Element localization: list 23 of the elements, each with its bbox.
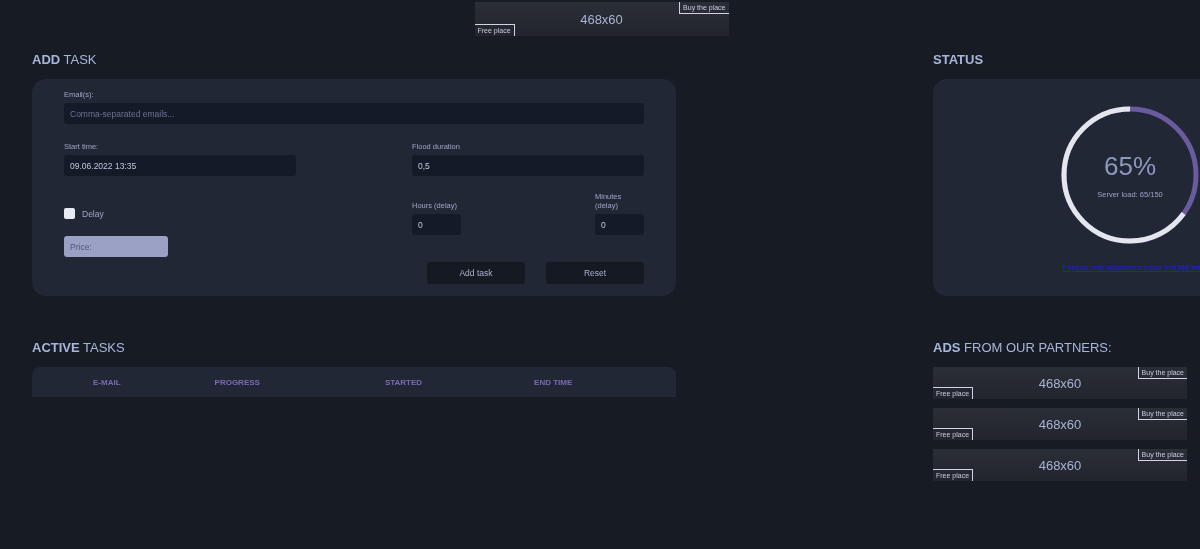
emails-field[interactable]: Comma-separated emails... [64, 103, 644, 124]
price-field[interactable]: Price: [64, 236, 168, 257]
column-header: E-MAIL [93, 377, 121, 387]
section-title: STATUS [933, 52, 985, 67]
ad-size-label: 468x60 [580, 11, 623, 27]
section-title: ADD TASK [32, 52, 98, 67]
ad-size-label: 468x60 [1038, 457, 1082, 473]
column-header: END TIME [534, 377, 573, 387]
ad-size-label: 468x60 [1038, 416, 1082, 432]
start-time-field[interactable]: 09.06.2022 13:35 [64, 155, 296, 176]
column-header: STARTED [384, 377, 423, 387]
load-percent: 65% [1103, 151, 1156, 182]
delay-checkbox[interactable] [64, 208, 75, 219]
hours-field[interactable]: 0 [412, 214, 461, 235]
section-title: ADS FROM OUR PARTNERS: [933, 340, 1113, 355]
form-button[interactable]: Add task [427, 262, 525, 284]
ad-size-label: 468x60 [1038, 375, 1082, 391]
column-header: PROGRESS [214, 377, 260, 387]
delay-label: Delay [82, 208, 104, 219]
flood-duration-field[interactable]: 0,5 [412, 155, 644, 176]
form-button[interactable]: Reset [546, 262, 644, 284]
minutes-field[interactable]: 0 [595, 214, 644, 235]
section-title: ACTIVE TASKS [32, 340, 126, 355]
